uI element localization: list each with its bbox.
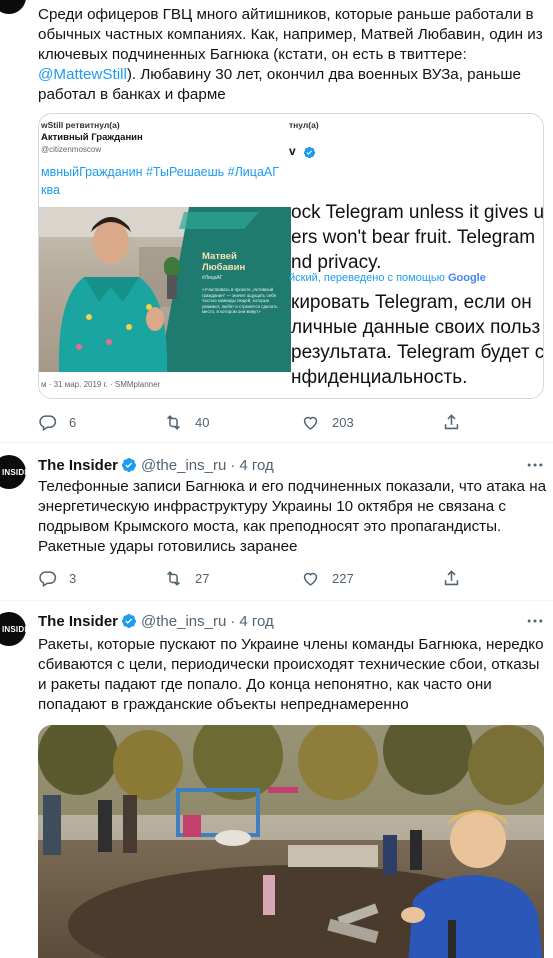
share-icon — [444, 413, 459, 429]
card-name-line: Матвей — [202, 251, 237, 262]
screenshot-right-panel: тнул(а) v ock Telegram unless it gives u… — [289, 114, 544, 398]
timestamp[interactable]: 4 год — [239, 613, 273, 630]
card-tag: #ЛицаАГ — [202, 275, 223, 281]
tweet-text: Среди офицеров ГВЦ много айтишников, кот… — [38, 5, 548, 105]
share-button[interactable] — [442, 412, 461, 432]
tweet-photo[interactable] — [38, 725, 544, 958]
avatar-text: INSIDER — [2, 468, 26, 477]
reply-button[interactable]: 3 — [38, 568, 76, 588]
tweet-image[interactable]: wStill ретвитнул(а) Активный Гражданин @… — [38, 113, 544, 399]
tweet-text-part: Среди офицеров ГВЦ много айтишников, кот… — [38, 6, 543, 63]
card-name-line: Любавин — [202, 262, 246, 273]
tweet-text: Телефонные записи Багнюка и его подчинен… — [38, 478, 547, 555]
card-person-name: Матвей Любавин — [202, 251, 245, 273]
tweet-actions: 6 40 203 — [38, 412, 468, 432]
like-count: 227 — [332, 570, 354, 586]
more-icon[interactable] — [525, 611, 545, 631]
retweet-count: 40 — [195, 414, 210, 430]
like-count: 203 — [332, 414, 354, 430]
heart-icon — [303, 416, 318, 430]
tweet-header: The Insider @the_ins_ru · 4 год — [38, 611, 274, 631]
card-quote: «Участвовать в проекте „Активный граждан… — [202, 287, 278, 315]
retweet-icon — [167, 414, 180, 430]
avatar[interactable]: INSIDER — [0, 612, 26, 646]
translation-note: йский, переведено с помощью Google — [289, 272, 486, 284]
reply-count: 6 — [69, 414, 77, 430]
quoted-line: личные данные своих польз — [291, 317, 541, 338]
author-name[interactable]: The Insider — [38, 457, 118, 474]
hashtags-line: мвныйГражданин #ТыРешаешь #ЛицаАГ — [41, 165, 280, 179]
quoted-english-text: ock Telegram unless it gives u ers won't… — [291, 200, 544, 275]
avatar-text: INSIDER — [2, 625, 26, 634]
tweet-text: Ракеты, которые пускают по Украине члены… — [38, 636, 544, 713]
reply-button[interactable]: 6 — [38, 412, 76, 432]
account-handle: @citizenmoscow — [41, 145, 102, 154]
reply-count: 3 — [69, 570, 77, 586]
mention-link[interactable]: @MattewStill — [38, 66, 127, 83]
retweet-count: 27 — [195, 570, 210, 586]
hashtags-line: ква — [41, 183, 60, 197]
retweet-button[interactable]: 27 — [164, 568, 209, 588]
post-meta: м · 31 мар. 2019 г. · SMMplanner — [41, 380, 161, 389]
quoted-line: кировать Telegram, если он — [291, 292, 532, 313]
quoted-line: результата. Telegram будет с — [291, 342, 544, 363]
reply-icon — [39, 414, 57, 431]
share-icon — [444, 569, 459, 585]
reply-icon — [39, 570, 57, 587]
avatar[interactable]: INSIDER — [0, 455, 26, 489]
account-fragment: v — [289, 144, 296, 158]
like-button[interactable]: 203 — [301, 412, 354, 432]
author-handle[interactable]: @the_ins_ru — [141, 457, 226, 474]
quoted-line: ock Telegram unless it gives u — [291, 202, 544, 223]
separator-dot: · — [230, 612, 236, 630]
like-button[interactable]: 227 — [301, 568, 354, 588]
separator-dot: · — [230, 456, 236, 474]
author-handle[interactable]: @the_ins_ru — [141, 613, 226, 630]
google-logo: Google — [447, 272, 486, 284]
retweet-label: тнул(а) — [289, 120, 319, 130]
quoted-russian-text: кировать Telegram, если он личные данные… — [291, 290, 544, 390]
verified-icon — [303, 146, 316, 159]
quoted-line: ers won't bear fruit. Telegram — [291, 227, 536, 248]
translation-label: йский, переведено с помощью — [289, 272, 445, 284]
heart-icon — [303, 572, 318, 586]
playground-crater-photo — [38, 725, 544, 958]
share-button[interactable] — [442, 568, 461, 588]
timestamp[interactable]: 4 год — [239, 457, 273, 474]
retweet-label: wStill ретвитнул(а) — [41, 120, 120, 130]
divider — [0, 442, 553, 443]
author-name[interactable]: The Insider — [38, 613, 118, 630]
quoted-line: нфиденциальность. — [291, 367, 468, 388]
person-photo-card: Матвей Любавин #ЛицаАГ «Участвовать в пр… — [39, 207, 291, 372]
avatar[interactable] — [0, 0, 26, 14]
screenshot-left-panel: wStill ретвитнул(а) Активный Гражданин @… — [39, 114, 291, 398]
account-name: Активный Гражданин — [41, 132, 143, 143]
tweet-actions: 3 27 227 — [38, 568, 468, 588]
retweet-button[interactable]: 40 — [164, 412, 209, 432]
tweet-header: The Insider @the_ins_ru · 4 год — [38, 455, 274, 475]
verified-icon — [122, 614, 137, 628]
verified-icon — [122, 458, 137, 472]
divider — [0, 600, 553, 601]
more-icon[interactable] — [525, 455, 545, 475]
retweet-icon — [167, 570, 180, 586]
